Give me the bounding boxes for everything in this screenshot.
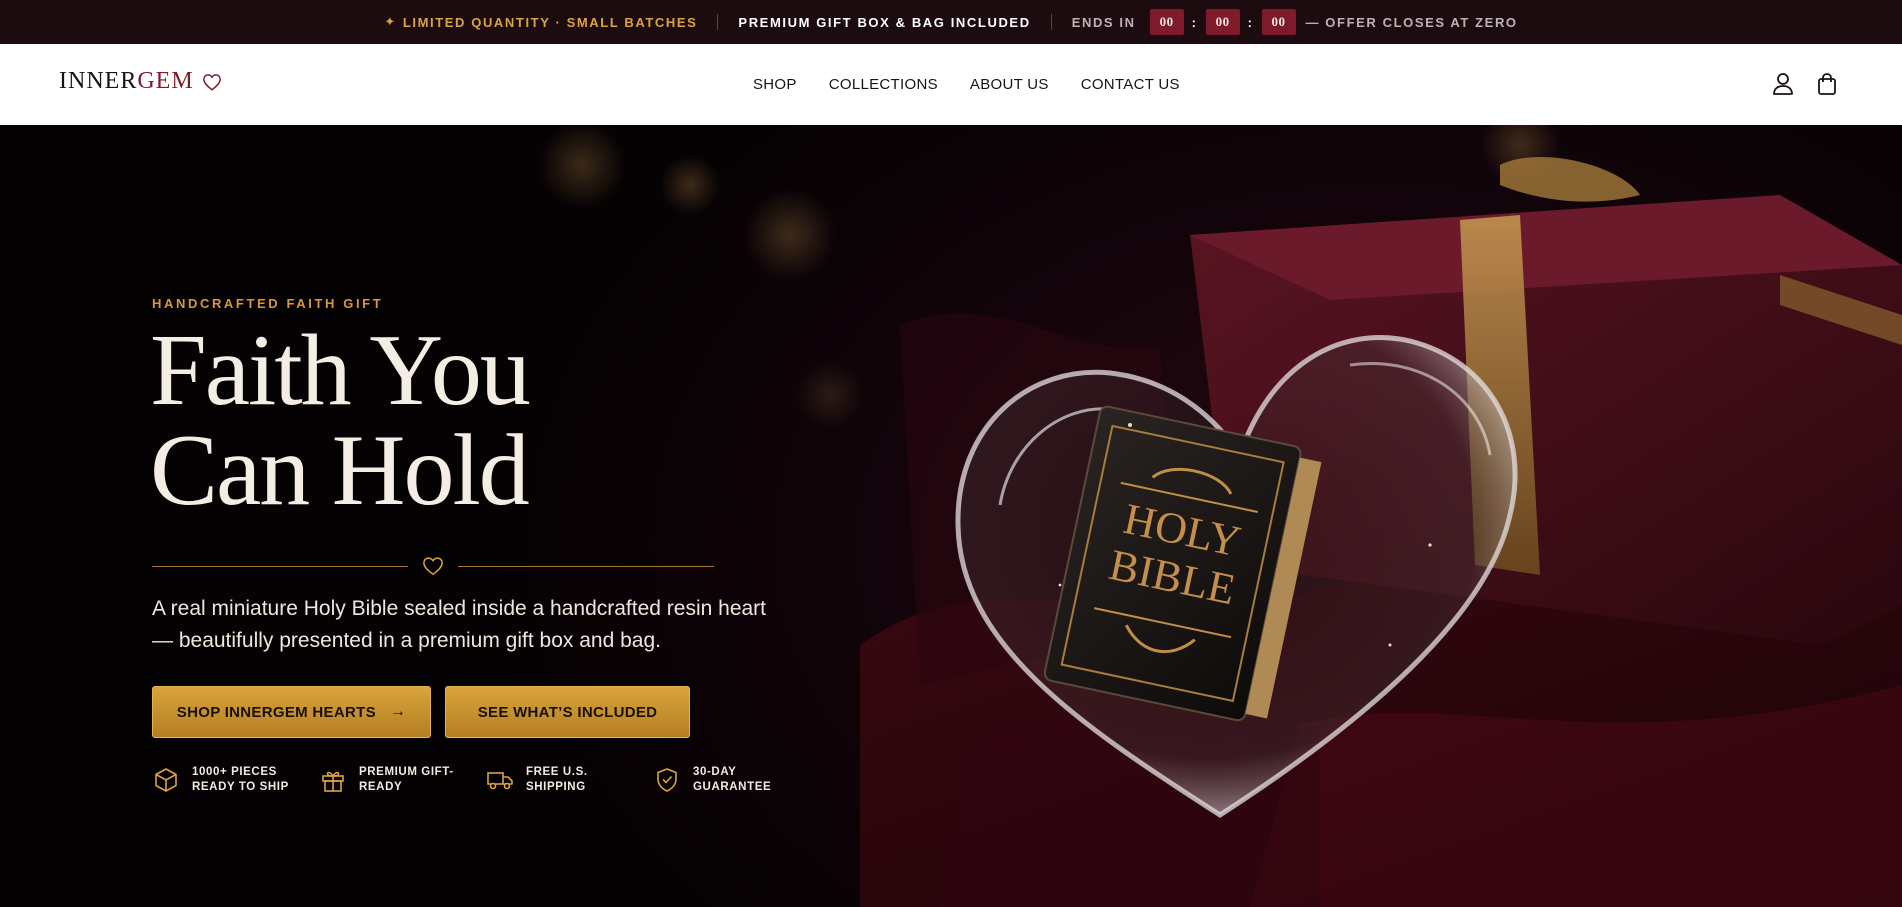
hero-section: HOLY BIBLE Handcrafted Faith Gift Faith … bbox=[0, 125, 1902, 907]
announcement-bar: ✦ Limited Quantity · Small Batches Premi… bbox=[0, 0, 1902, 44]
logo-text-inner: INNER bbox=[59, 68, 138, 94]
nav-shop[interactable]: SHOP bbox=[753, 76, 797, 93]
countdown-hours: 00 bbox=[1149, 9, 1184, 35]
countdown-colon: : bbox=[1191, 14, 1198, 30]
feature-label: Premium Gift-Ready bbox=[359, 766, 454, 793]
sparkle-icon: ✦ bbox=[384, 14, 397, 29]
countdown-seconds: 00 bbox=[1261, 9, 1296, 35]
divider-line bbox=[458, 565, 714, 567]
account-icon[interactable] bbox=[1772, 72, 1794, 96]
box-icon bbox=[152, 767, 180, 793]
feature-item: Free U.S. Shipping bbox=[486, 765, 653, 795]
nav-about-us[interactable]: ABOUT US bbox=[970, 76, 1049, 93]
hero-subcopy: A real miniature Holy Bible sealed insid… bbox=[152, 597, 767, 652]
heart-icon bbox=[422, 556, 444, 576]
hero-headline-line2: Can Hold bbox=[150, 414, 530, 527]
feature-label: 30-Day Guarantee bbox=[693, 766, 772, 793]
nav-contact-us[interactable]: CONTACT US bbox=[1081, 76, 1180, 93]
countdown-colon: : bbox=[1247, 14, 1254, 30]
shield-check-icon bbox=[653, 767, 681, 793]
countdown-timer: 00 : 00 : 00 bbox=[1149, 9, 1296, 35]
ornament-divider bbox=[152, 555, 714, 577]
shop-innergem-hearts-button[interactable]: Shop InnerGem Hearts → bbox=[152, 686, 431, 738]
see-whats-included-button[interactable]: See What’s Included bbox=[445, 686, 690, 738]
announcement-divider bbox=[1050, 14, 1052, 30]
truck-icon bbox=[486, 768, 514, 792]
announcement-ends-in: Ends In bbox=[1071, 14, 1136, 30]
arrow-right-icon: → bbox=[389, 703, 407, 720]
hero-eyebrow: Handcrafted Faith Gift bbox=[152, 296, 384, 311]
heart-icon bbox=[202, 73, 222, 91]
site-header: INNER GEM SHOP COLLECTIONS ABOUT US CONT… bbox=[0, 44, 1902, 125]
announcement-closes: — Offer closes at zero bbox=[1305, 14, 1518, 30]
feature-list: 1000+ Pieces Ready To Ship Premium Gift-… bbox=[152, 765, 820, 795]
included-button-label: See What’s Included bbox=[477, 703, 658, 721]
announcement-limited: Limited Quantity · Small Batches bbox=[402, 14, 698, 30]
announcement-divider bbox=[717, 14, 719, 30]
feature-item: 30-Day Guarantee bbox=[653, 765, 820, 795]
main-nav: SHOP COLLECTIONS ABOUT US CONTACT US bbox=[753, 76, 1212, 93]
gift-icon bbox=[319, 767, 347, 793]
header-icons bbox=[1772, 72, 1838, 96]
feature-label: 1000+ Pieces Ready To Ship bbox=[192, 766, 289, 793]
hero-headline-line1: Faith You bbox=[150, 314, 531, 427]
feature-item: 1000+ Pieces Ready To Ship bbox=[152, 765, 319, 795]
countdown-minutes: 00 bbox=[1205, 9, 1240, 35]
feature-label: Free U.S. Shipping bbox=[526, 766, 588, 793]
announcement-gift: Premium Gift Box & Bag Included bbox=[738, 14, 1031, 30]
shopping-bag-icon[interactable] bbox=[1816, 72, 1838, 96]
nav-collections[interactable]: COLLECTIONS bbox=[829, 76, 938, 93]
logo-text-gem: GEM bbox=[137, 68, 194, 94]
hero-headline: Faith You Can Hold bbox=[150, 314, 531, 527]
shop-button-label: Shop InnerGem Hearts bbox=[176, 703, 376, 721]
divider-line bbox=[152, 565, 408, 567]
feature-item: Premium Gift-Ready bbox=[319, 765, 486, 795]
logo[interactable]: INNER GEM bbox=[59, 68, 222, 95]
